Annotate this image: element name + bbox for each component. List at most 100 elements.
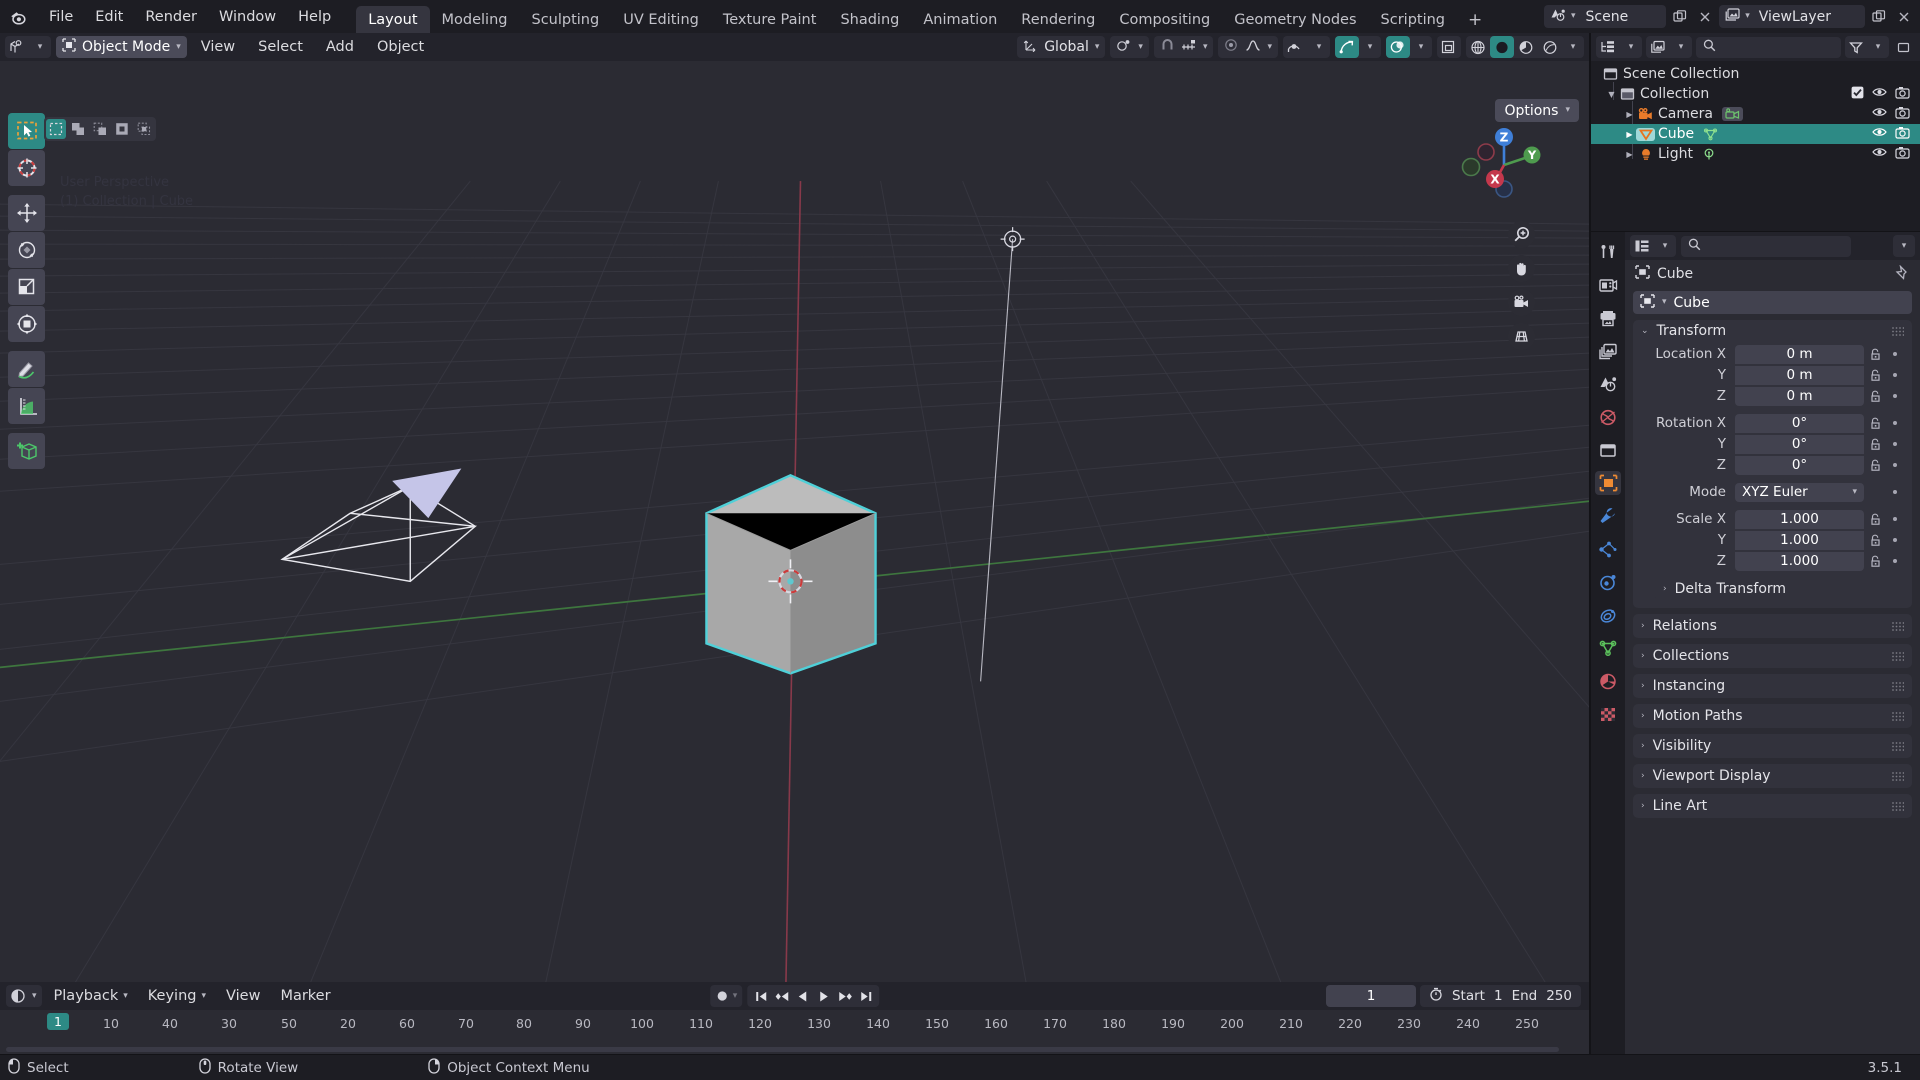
frame-range-fields[interactable]: Start 1 End 250: [1419, 985, 1581, 1007]
play-icon[interactable]: [813, 985, 834, 1007]
scale-z-animate[interactable]: [1886, 559, 1904, 563]
viewport-options-button[interactable]: Options ▾: [1495, 99, 1579, 122]
scale-x-lock[interactable]: [1864, 513, 1886, 526]
timeline-playhead[interactable]: 1: [47, 1013, 69, 1030]
tab-geometry-nodes[interactable]: Geometry Nodes: [1222, 6, 1368, 33]
modifiers-tab[interactable]: [1595, 504, 1621, 528]
outliner-row-light[interactable]: ▶ Light: [1591, 144, 1920, 164]
rotation-x-field[interactable]: 0°: [1735, 413, 1864, 433]
shading-mode-group[interactable]: ▾: [1466, 36, 1584, 58]
location-y-field[interactable]: 0 m: [1735, 365, 1864, 385]
select-mode-invert[interactable]: [112, 119, 132, 139]
camera-render-icon[interactable]: [1895, 106, 1910, 123]
properties-search-input[interactable]: [1681, 235, 1851, 257]
physics-tab[interactable]: [1595, 570, 1621, 594]
eye-icon[interactable]: [1872, 86, 1887, 102]
move-tool[interactable]: [8, 195, 45, 231]
location-x-lock[interactable]: [1864, 348, 1886, 361]
timeline-ruler[interactable]: 1 10 20 30 40 50 60 70 80 90 100 110 120…: [0, 1010, 1589, 1054]
proportional-editing-controls[interactable]: ▾: [1218, 36, 1278, 58]
location-z-field[interactable]: 0 m: [1735, 386, 1864, 406]
tweak-select-box-tool[interactable]: [8, 113, 45, 149]
transform-panel-header[interactable]: ⌄ Transform: [1633, 320, 1912, 342]
visibility-panel-header[interactable]: › Visibility: [1633, 734, 1912, 758]
grip-icon[interactable]: [1892, 801, 1904, 811]
tab-animation[interactable]: Animation: [911, 6, 1009, 33]
shading-solid-icon[interactable]: [1490, 36, 1514, 58]
camera-render-icon[interactable]: [1895, 146, 1910, 163]
relations-panel-header[interactable]: › Relations: [1633, 614, 1912, 638]
viewport-menu-object[interactable]: Object: [368, 36, 433, 58]
particles-tab[interactable]: [1595, 537, 1621, 561]
pin-icon[interactable]: [1895, 264, 1910, 284]
rotate-tool[interactable]: [8, 232, 45, 268]
delta-transform-panel[interactable]: › Delta Transform: [1655, 578, 1904, 600]
grip-icon[interactable]: [1892, 651, 1904, 661]
material-tab[interactable]: [1595, 669, 1621, 693]
timeline-horizontal-scrollbar[interactable]: [6, 1047, 1559, 1052]
location-z-lock[interactable]: [1864, 390, 1886, 403]
scale-x-animate[interactable]: [1886, 517, 1904, 521]
line-art-panel[interactable]: › Line Art: [1633, 794, 1912, 818]
camera-view-icon[interactable]: [1508, 289, 1535, 316]
viewport-visibility-group[interactable]: ▾: [1283, 36, 1330, 58]
filter-funnel-icon[interactable]: [1845, 36, 1867, 58]
location-y-animate[interactable]: [1886, 373, 1904, 377]
jump-to-start-icon[interactable]: [750, 985, 771, 1007]
menu-file[interactable]: File: [38, 0, 84, 33]
motion-paths-panel[interactable]: › Motion Paths: [1633, 704, 1912, 728]
visibility-chevron-icon[interactable]: ▾: [1308, 36, 1330, 58]
disclosure-triangle-right-icon[interactable]: ▶: [1623, 150, 1636, 159]
grip-icon[interactable]: [1892, 681, 1904, 691]
outliner-search-input[interactable]: [1696, 36, 1841, 58]
menu-window[interactable]: Window: [208, 0, 287, 33]
texture-tab[interactable]: [1595, 702, 1621, 726]
shading-rendered-icon[interactable]: [1538, 36, 1562, 58]
shading-wireframe-icon[interactable]: [1466, 36, 1490, 58]
properties-editor-type-selector[interactable]: ▾: [1630, 235, 1676, 257]
visibility-panel[interactable]: › Visibility: [1633, 734, 1912, 758]
output-tab[interactable]: [1595, 306, 1621, 330]
motion-paths-panel-header[interactable]: › Motion Paths: [1633, 704, 1912, 728]
pivot-point-selector[interactable]: ▾: [1110, 36, 1149, 58]
render-tab[interactable]: [1595, 273, 1621, 297]
timeline-menu-playback[interactable]: Playback ▾: [46, 985, 136, 1007]
interaction-mode-selector[interactable]: Object Mode ▾: [56, 36, 187, 58]
object-tab[interactable]: [1595, 471, 1621, 495]
viewport-menu-add[interactable]: Add: [317, 36, 363, 58]
disclosure-triangle-right-icon[interactable]: ▶: [1623, 110, 1636, 119]
gizmo-chevron-icon[interactable]: ▾: [1359, 36, 1381, 58]
outliner-row-cube[interactable]: ▶ Cube: [1591, 124, 1920, 144]
tab-scripting[interactable]: Scripting: [1369, 6, 1457, 33]
add-cube-tool[interactable]: [8, 433, 45, 469]
outliner-row-collection[interactable]: ▼ Collection: [1591, 84, 1920, 104]
overlays-chevron-icon[interactable]: ▾: [1410, 36, 1432, 58]
current-frame-field[interactable]: 1: [1325, 985, 1416, 1007]
tab-sculpting[interactable]: Sculpting: [519, 6, 611, 33]
menu-help[interactable]: Help: [287, 0, 342, 33]
rotation-x-animate[interactable]: [1886, 421, 1904, 425]
editor-type-3dview-icon[interactable]: [5, 36, 29, 58]
viewport-display-panel-header[interactable]: › Viewport Display: [1633, 764, 1912, 788]
shading-chevron-icon[interactable]: ▾: [1562, 36, 1584, 58]
remove-viewlayer-button[interactable]: [1893, 6, 1915, 28]
scale-z-field[interactable]: 1.000: [1735, 551, 1864, 571]
playhead-clock-icon[interactable]: [1429, 987, 1443, 1005]
rotation-z-field[interactable]: 0°: [1735, 455, 1864, 475]
tab-shading[interactable]: Shading: [828, 6, 911, 33]
select-mode-subtract[interactable]: [90, 119, 110, 139]
instancing-panel[interactable]: › Instancing: [1633, 674, 1912, 698]
viewport-menu-select[interactable]: Select: [249, 36, 312, 58]
tab-layout[interactable]: Layout: [356, 6, 430, 33]
mesh-data-icon[interactable]: [1703, 127, 1718, 141]
tab-rendering[interactable]: Rendering: [1009, 6, 1107, 33]
select-mode-intersect[interactable]: [134, 119, 154, 139]
scale-y-field[interactable]: 1.000: [1735, 530, 1864, 550]
start-frame-value[interactable]: 1: [1494, 988, 1503, 1004]
tab-modeling[interactable]: Modeling: [430, 6, 520, 33]
gizmo-icon[interactable]: [1335, 36, 1359, 58]
outliner-row-scene-collection[interactable]: Scene Collection: [1591, 64, 1920, 84]
outliner-id-type-selector[interactable]: ▾: [1646, 36, 1692, 58]
scale-z-lock[interactable]: [1864, 555, 1886, 568]
properties-options-chevron-icon[interactable]: ▾: [1893, 235, 1915, 257]
